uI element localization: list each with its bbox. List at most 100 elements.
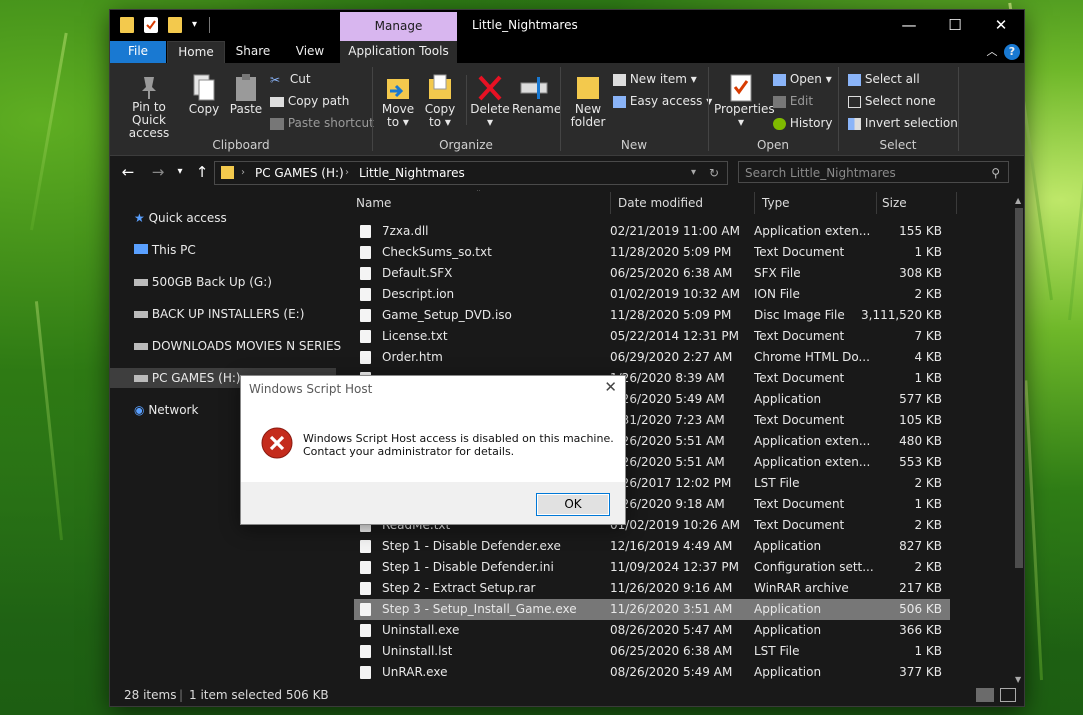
recent-locations-icon[interactable]: ▾ [172, 157, 188, 187]
file-row[interactable]: CheckSums_so.txt 11/28/2020 5:09 PM Text D… [354, 242, 950, 263]
breadcrumb-folder[interactable]: Little_Nightmares [359, 162, 465, 184]
file-row[interactable]: UnRAR.exe 08/26/2020 5:49 AM Application 37… [354, 662, 950, 683]
tab-home[interactable]: Home [167, 41, 225, 64]
vertical-scrollbar[interactable]: ▲ ▼ [1014, 196, 1024, 684]
dialog-close-icon[interactable]: ✕ [604, 378, 617, 396]
easy-access-icon [613, 95, 626, 108]
file-row[interactable]: Descript.ion 01/02/2019 10:32 AM ION File 2… [354, 284, 950, 305]
history-button[interactable]: History [773, 116, 833, 130]
details-view-icon[interactable] [976, 688, 994, 702]
select-all-button[interactable]: Select all [848, 72, 920, 86]
file-icon [360, 288, 371, 301]
nav-item-quick-access[interactable]: ★ Quick access [134, 208, 227, 228]
file-date: 11/28/2020 5:09 PM [610, 308, 732, 322]
maximize-button[interactable]: ☐ [932, 10, 978, 41]
properties-button[interactable]: Properties ▾ [714, 73, 775, 129]
file-row[interactable]: Step 3 - Setup_Install_Game.exe 11/26/202… [354, 599, 950, 620]
delete-button[interactable]: Delete ▾ [470, 73, 510, 129]
scroll-up-icon[interactable]: ▲ [1015, 196, 1021, 205]
search-input[interactable]: Search Little_Nightmares ⚲ [738, 161, 1009, 183]
back-arrow-icon[interactable]: ← [114, 157, 142, 187]
file-row[interactable]: Game_Setup_DVD.iso 11/28/2020 5:09 PM Disc… [354, 305, 950, 326]
close-button[interactable]: ✕ [978, 10, 1024, 41]
file-row[interactable]: Step 1 - Disable Defender.ini 11/09/2024 … [354, 557, 950, 578]
file-type: LST File [754, 476, 800, 490]
tab-manage[interactable]: Manage [340, 12, 457, 41]
file-date: 11/09/2024 12:37 PM [610, 560, 739, 574]
file-icon [360, 540, 371, 553]
file-date: 01/02/2019 10:26 AM [610, 518, 740, 532]
large-icons-view-icon[interactable] [1000, 688, 1016, 702]
cut-button[interactable]: ✂ Cut [270, 72, 311, 87]
column-header-date[interactable]: Date modified [618, 190, 703, 216]
nav-item-network[interactable]: ◉ Network [134, 400, 198, 420]
scroll-down-icon[interactable]: ▼ [1015, 675, 1021, 684]
open-button[interactable]: Open ▾ [773, 72, 832, 86]
file-row[interactable]: Step 1 - Disable Defender.exe 12/16/2019 … [354, 536, 950, 557]
copy-button[interactable]: Copy [185, 73, 223, 116]
file-name: CheckSums_so.txt [382, 245, 492, 259]
file-icon [360, 561, 371, 574]
file-row[interactable]: Order.htm 06/29/2020 2:27 AM Chrome HTML D… [354, 347, 950, 368]
new-item-button[interactable]: New item ▾ [613, 72, 697, 86]
edit-icon [773, 95, 786, 108]
address-bar[interactable]: › PC GAMES (H:) › Little_Nightmares ▾ ↻ [214, 161, 728, 185]
paste-icon [236, 74, 256, 101]
file-name: Step 3 - Setup_Install_Game.exe [382, 602, 577, 616]
file-size: 4 KB [914, 350, 942, 364]
forward-arrow-icon[interactable]: → [144, 157, 172, 187]
address-dropdown-icon[interactable]: ▾ [691, 162, 696, 184]
refresh-icon[interactable]: ↻ [709, 162, 719, 184]
nav-item-drive-e[interactable]: BACK UP INSTALLERS (E:) [134, 304, 304, 324]
address-toolbar: ← → ▾ ↑ › PC GAMES (H:) › Little_Nightma… [110, 156, 1024, 190]
tab-file[interactable]: File [110, 41, 166, 63]
paste-shortcut-icon [270, 117, 284, 130]
select-none-icon [848, 95, 861, 108]
file-date: 8/26/2020 5:51 AM [610, 455, 725, 469]
file-row[interactable]: Uninstall.lst 06/25/2020 6:38 AM LST File 1… [354, 641, 950, 662]
select-none-button[interactable]: Select none [848, 94, 936, 108]
file-row[interactable]: License.txt 05/22/2014 12:31 PM Text Docum… [354, 326, 950, 347]
scrollbar-thumb[interactable] [1015, 208, 1023, 568]
nav-item-this-pc[interactable]: This PC [134, 240, 196, 260]
file-row[interactable]: 7zxa.dll 02/21/2019 11:00 AM Application e… [354, 221, 950, 242]
ribbon-tabs: File Home Share View Application Tools ︿… [110, 41, 1024, 64]
file-row[interactable]: Default.SFX 06/25/2020 6:38 AM SFX File 308… [354, 263, 950, 284]
column-header-type[interactable]: Type [762, 190, 790, 216]
new-folder-icon[interactable] [168, 17, 182, 33]
help-icon[interactable]: ? [1004, 44, 1020, 60]
file-type: SFX File [754, 266, 801, 280]
easy-access-button[interactable]: Easy access ▾ [613, 94, 712, 108]
invert-selection-button[interactable]: Invert selection [848, 116, 958, 130]
minimize-button[interactable]: — [886, 10, 932, 41]
file-icon [360, 645, 371, 658]
pin-to-quick-access-button[interactable]: Pin to Quick access [116, 73, 182, 140]
file-row[interactable]: Step 2 - Extract Setup.rar 11/26/2020 9:1… [354, 578, 950, 599]
paste-shortcut-button[interactable]: Paste shortcut [270, 116, 374, 130]
column-header-size[interactable]: Size [882, 190, 907, 216]
nav-item-drive-g[interactable]: 500GB Back Up (G:) [134, 272, 272, 292]
ok-button[interactable]: OK [536, 493, 610, 516]
edit-button[interactable]: Edit [773, 94, 813, 108]
column-header-name[interactable]: Name [356, 190, 391, 216]
nav-item-drive-f[interactable]: DOWNLOADS MOVIES N SERIES (F [134, 336, 357, 356]
title-bar: ▾ Manage Little_Nightmares — ☐ ✕ [110, 10, 1024, 41]
file-size: 1 KB [914, 371, 942, 385]
up-arrow-icon[interactable]: ↑ [190, 157, 214, 187]
file-name: Step 1 - Disable Defender.exe [382, 539, 561, 553]
quick-access-dropdown-icon[interactable]: ▾ [192, 17, 206, 33]
new-folder-button[interactable]: New folder [566, 73, 610, 129]
tab-application-tools[interactable]: Application Tools [340, 41, 457, 63]
tab-view[interactable]: View [282, 41, 338, 63]
properties-icon[interactable] [144, 17, 158, 33]
collapse-ribbon-icon[interactable]: ︿ [982, 41, 1002, 63]
file-row[interactable]: Uninstall.exe 08/26/2020 5:47 AM Applicati… [354, 620, 950, 641]
copy-path-button[interactable]: Copy path [270, 94, 349, 108]
move-to-button[interactable]: Move to ▾ [378, 73, 418, 129]
paste-button[interactable]: Paste [228, 73, 264, 116]
copy-to-button[interactable]: Copy to ▾ [420, 73, 460, 129]
rename-button[interactable]: Rename [512, 73, 561, 116]
breadcrumb-drive[interactable]: PC GAMES (H:) [255, 162, 344, 184]
tab-share[interactable]: Share [226, 41, 280, 63]
file-icon [360, 582, 371, 595]
